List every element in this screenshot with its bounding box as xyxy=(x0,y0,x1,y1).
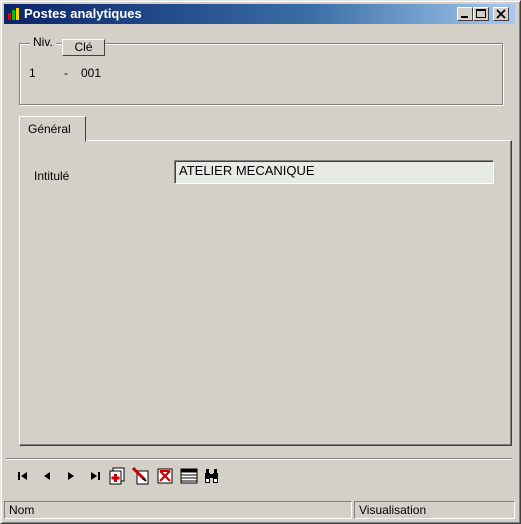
cle-value: 001 xyxy=(81,66,102,80)
edit-record-icon[interactable] xyxy=(131,466,150,485)
next-record-icon[interactable] xyxy=(62,467,80,485)
status-bar: Nom Visualisation xyxy=(4,501,515,520)
niv-value: 1 xyxy=(29,66,36,80)
new-record-icon[interactable] xyxy=(108,467,126,485)
status-mode: Visualisation xyxy=(354,501,515,519)
title-bar[interactable]: Postes analytiques xyxy=(4,4,515,24)
delete-record-icon[interactable] xyxy=(156,467,174,485)
window-title: Postes analytiques xyxy=(24,6,142,21)
status-field-name: Nom xyxy=(4,501,352,519)
tab-general-label: Général xyxy=(28,122,71,136)
cle-label: Clé xyxy=(62,39,105,56)
search-binoculars-icon[interactable] xyxy=(203,467,221,485)
niv-label: Niv. xyxy=(30,35,56,49)
close-button[interactable] xyxy=(493,7,509,21)
first-record-icon[interactable] xyxy=(14,467,32,485)
maximize-button[interactable] xyxy=(473,7,489,21)
minimize-button[interactable] xyxy=(457,7,473,21)
intitule-field[interactable]: ATELIER MECANIQUE xyxy=(174,160,494,184)
list-view-icon[interactable] xyxy=(180,467,198,485)
key-separator: - xyxy=(64,66,68,80)
app-icon xyxy=(7,7,21,21)
navigation-toolbar xyxy=(6,458,512,495)
general-tab-panel xyxy=(19,140,512,446)
last-record-icon[interactable] xyxy=(86,467,104,485)
previous-record-icon[interactable] xyxy=(38,467,56,485)
intitule-label: Intitulé xyxy=(34,169,70,183)
tab-general[interactable]: Général xyxy=(19,116,86,142)
